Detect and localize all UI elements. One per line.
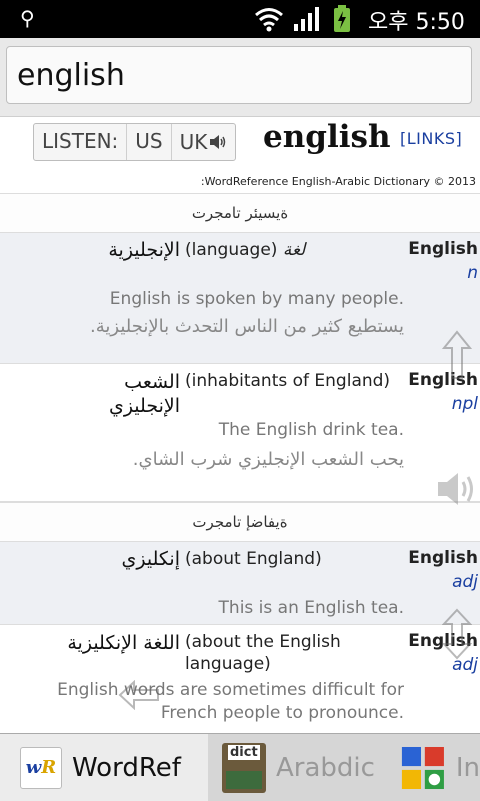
search-bar — [0, 38, 480, 117]
scroll-updown-arrow-icon[interactable] — [442, 608, 472, 660]
translation-text: الشعب الإنجليزي — [108, 371, 180, 417]
translation-text: إنكليزي — [121, 548, 180, 570]
arabic-dict-logo-icon: dict — [222, 742, 266, 793]
clock: 오후 5:50 — [368, 10, 465, 35]
scroll-up-arrow-icon[interactable] — [442, 330, 472, 380]
example-translation: يحب الشعب الإنجليزي شرب الشاي. — [132, 449, 404, 470]
part-of-speech: adj — [452, 572, 478, 592]
results-content[interactable]: LISTEN: US UK english [LINKS] :WordRefer… — [0, 117, 480, 733]
example-english: English words are sometimes difficult fo… — [57, 680, 404, 723]
example-english: The English drink tea. — [218, 420, 404, 440]
tab-bar: wR WordRef dict Arabdic In — [0, 733, 480, 801]
uk-label: UK — [179, 130, 208, 154]
section-title-additional: ةيفاضإ تامجرت — [0, 502, 480, 542]
listen-uk-button[interactable]: UK — [172, 124, 236, 160]
speaker-icon — [210, 135, 226, 149]
wordreference-logo-icon: wR — [20, 746, 62, 789]
copyright-text: :WordReference English-Arabic Dictionary… — [200, 175, 476, 188]
source-word: English — [408, 548, 478, 568]
section-title-principal: ةيسيئر تامجرت — [0, 193, 480, 233]
tab-other[interactable]: In — [380, 734, 480, 801]
links-link[interactable]: [LINKS] — [400, 129, 462, 148]
status-bar: ⚲ 오후 5:50 — [0, 0, 480, 38]
definition-en: (inhabitants of England) — [185, 371, 391, 391]
listen-controls: LISTEN: US UK — [33, 123, 237, 161]
listen-us-button[interactable]: US — [127, 124, 172, 160]
colored-blocks-logo-icon — [401, 746, 444, 789]
definition-en: (language) — [185, 240, 278, 260]
definition-en: (about the English language) — [185, 632, 341, 674]
definition-text: (language) لغة — [185, 239, 405, 261]
part-of-speech: npl — [451, 394, 478, 414]
example-english: English is spoken by many people. — [109, 289, 404, 309]
definition-text: (about the English language) — [185, 631, 405, 675]
translation-text: الإنجليزية — [108, 239, 180, 261]
signal-icon — [294, 7, 319, 31]
translation-text: اللغة الإنكليزية — [67, 632, 180, 654]
definition-text: (inhabitants of England) — [185, 370, 405, 392]
tab-label: Arabdic — [276, 752, 375, 783]
list-item[interactable]: الإنجليزية (language) لغة English n Engl… — [0, 233, 480, 364]
part-of-speech: n — [467, 263, 478, 283]
tab-wordref[interactable]: wR WordRef — [0, 734, 208, 801]
wifi-icon — [255, 8, 283, 32]
list-item[interactable]: اللغة الإنكليزية (about the English lang… — [0, 625, 480, 733]
list-item[interactable]: إنكليزي (about England) English adj This… — [0, 542, 480, 625]
definition-en: (about England) — [185, 549, 322, 569]
source-word: English — [408, 239, 478, 259]
entry-header: LISTEN: US UK english [LINKS] :WordRefer… — [0, 117, 480, 193]
definition-ar: لغة — [282, 240, 306, 260]
battery-charging-icon — [334, 5, 350, 32]
tab-label: In — [455, 752, 480, 783]
search-input[interactable] — [6, 46, 472, 104]
definition-text: (about England) — [185, 548, 405, 570]
usb-icon: ⚲ — [20, 6, 35, 30]
headword: english — [263, 119, 391, 155]
list-item[interactable]: الشعب الإنجليزي (inhabitants of England)… — [0, 364, 480, 502]
example-translation: يستطيع كثير من الناس التحدث بالإنجليزية. — [90, 316, 404, 337]
back-arrow-icon[interactable] — [118, 680, 160, 710]
example-english: This is an English tea. — [218, 598, 404, 618]
listen-label: LISTEN: — [34, 124, 128, 160]
speaker-icon[interactable] — [436, 470, 478, 508]
tab-label: WordRef — [72, 752, 181, 783]
tab-arabdic[interactable]: dict Arabdic — [208, 734, 380, 801]
